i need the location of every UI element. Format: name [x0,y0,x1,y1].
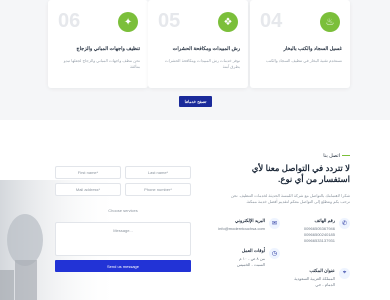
send-message-button[interactable]: Send us message [55,260,191,272]
address-info: ⌖ عنوان المكتب المملكة العربية السعودية … [290,268,350,293]
clock-icon: ◷ [269,248,280,259]
address-title: عنوان المكتب [309,268,335,273]
phone-info: ✆ رقم الهاتف 00966505367946 009665002401… [290,218,350,248]
subheading-text: اتصل بنا [323,153,340,159]
hours-value: من ٨ ص - ١٠ م السبت - الخميس [237,256,265,268]
hours-line: السبت - الخميس [236,262,265,267]
phone-title: رقم الهاتف [314,218,335,223]
hours-info: ◷ أوقات العمل من ٨ ص - ١٠ م السبت - الخم… [210,248,280,273]
address-value: المملكة العربية السعودية الدمام - حي [294,276,335,288]
address-line: الدمام - حي [315,282,335,287]
services-cards: 06 ✦ تنظيف واجهات المباني والزجاج نحن نن… [0,0,390,90]
contact-paragraph: شكرا لاهتمامك بالتواصل مع شركة اللمسة ال… [230,193,350,204]
service-card-5[interactable]: 05 ❖ رش المبيدات ومكافحة الحشرات نوفر خد… [148,0,248,88]
services-select[interactable]: Choose services [55,204,191,217]
email-line[interactable]: info@moderntouchsa.com [218,226,265,232]
service-card-6[interactable]: 06 ✦ تنظيف واجهات المباني والزجاج نحن نن… [48,0,148,88]
email-info: ✉ البريد الإلكتروني info@moderntouchsa.c… [210,218,280,238]
phone-values[interactable]: 00966505367946 00966500240185 0096653313… [304,226,335,244]
hours-title: أوقات العمل [241,248,265,253]
card-description: نوفر خدمات رش المبيدات ومكافحة الحشرات ب… [164,58,240,69]
contact-heading: لا تتردد في التواصل معنا لأي استفسار من … [251,163,350,184]
card-number: 04 [260,10,283,32]
card-number: 06 [58,10,81,32]
service-card-4[interactable]: 04 ♨ غسيل السجاد والكنب بالبخار نستخدم ت… [250,0,350,88]
phone-icon: ✆ [339,218,350,229]
email-field[interactable]: Mail address* [55,183,121,196]
location-icon: ⌖ [339,268,350,279]
card-title: رش المبيدات ومكافحة الحشرات [172,46,240,52]
card-description: نستخدم تقنية البخار في تنظيف السجاد والك… [266,58,342,63]
email-title: البريد الإلكتروني [234,218,265,223]
card-title: تنظيف واجهات المباني والزجاج [76,46,140,52]
phone-line[interactable]: 00966533137931 [304,238,335,244]
contact-subheading: اتصل بنا [323,153,350,159]
email-value[interactable]: info@moderntouchsa.com [218,226,265,232]
mail-icon: ✉ [269,218,280,229]
card-title: غسيل السجاد والكنب بالبخار [283,46,342,52]
sparkle-cleaning-icon: ✦ [118,12,138,32]
spray-icon: ❖ [218,12,238,32]
message-textarea[interactable]: Message... [55,222,191,256]
first-name-field[interactable]: First name* [55,166,121,179]
steam-icon: ♨ [320,12,340,32]
card-description: نحن ننظف واجهات المباني والزجاج لجعلها ت… [63,58,140,69]
browse-services-button[interactable]: تصفح خدماتنا [179,96,212,107]
accent-dash [342,155,350,157]
card-number: 05 [158,10,181,32]
last-name-field[interactable]: Last name* [125,166,191,179]
phone-field[interactable]: Phone number* [125,183,191,196]
